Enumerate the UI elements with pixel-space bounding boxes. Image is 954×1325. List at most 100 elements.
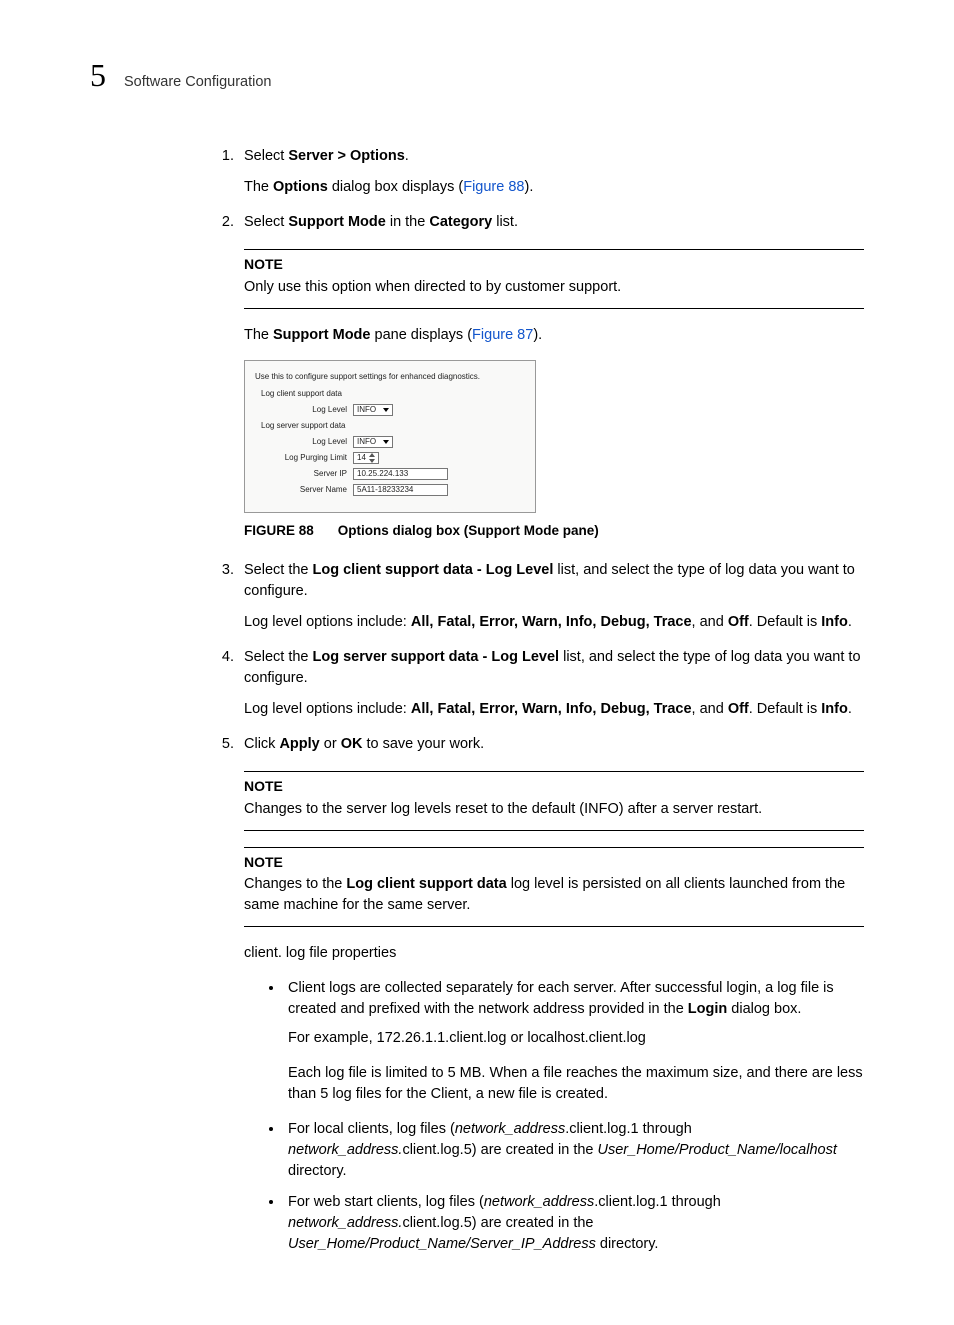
text: ). [533,327,542,343]
text: The [244,327,273,343]
chevron-down-icon [383,440,389,444]
field-value: 10.25.224.133 [357,468,408,480]
bullet-1-limit: Each log file is limited to 5 MB. When a… [288,1063,864,1105]
text: to save your work. [362,736,484,752]
text: . [848,701,852,717]
menu-path: Server > Options [288,148,404,164]
figure-link[interactable]: Figure 88 [463,179,524,195]
text: Click [244,736,279,752]
spinner-value: 14 [357,452,366,464]
combo-value: INFO [357,404,376,416]
bullet-2: For local clients, log files (network_ad… [284,1119,864,1182]
note-block: NOTE Changes to the Log client support d… [244,847,864,927]
text: . Default is [749,701,822,717]
ok-button-label: OK [341,736,363,752]
figure-desc: Use this to configure support settings f… [255,371,525,383]
note-label: NOTE [244,776,864,796]
text: dialog box displays ( [328,179,463,195]
step-list: Select Server > Options. The Options dia… [216,146,864,1255]
note-block: NOTE Only use this option when directed … [244,249,864,308]
figure-caption: FIGURE 88Options dialog box (Support Mod… [244,521,864,541]
text: or [320,736,341,752]
note-text: Changes to the Log client support data l… [244,874,864,916]
step-4-sub: Log level options include: All, Fatal, E… [244,699,864,720]
text: For web start clients, log files ( [288,1194,484,1210]
dialog-name: Login [688,1001,727,1017]
main-content: Select Server > Options. The Options dia… [216,146,864,1255]
purging-label: Log Purging Limit [283,452,347,464]
options: All, Fatal, Error, Warn, Info, Debug, Tr… [411,614,692,630]
servername-field[interactable]: 5A11-18233234 [353,484,448,496]
text: Log level options include: [244,701,411,717]
chapter-number: 5 [90,52,106,98]
spinner-arrows-icon [369,453,375,463]
server-loglevel-row: Log Level INFO [283,436,525,448]
page-header: 5 Software Configuration [90,52,864,98]
purging-row: Log Purging Limit 14 [283,452,525,464]
text: . Default is [749,614,822,630]
text: ). [524,179,533,195]
step-4: Select the Log server support data - Log… [238,647,864,720]
options: All, Fatal, Error, Warn, Info, Debug, Tr… [411,701,692,717]
loglevel-label: Log Level [283,436,347,448]
text: Log level options include: [244,614,411,630]
client-section-label: Log client support data [261,388,525,400]
figure-link[interactable]: Figure 87 [472,327,533,343]
text: .client.log.1 through [594,1194,721,1210]
option-off: Off [728,614,749,630]
pane-name: Support Mode [273,327,370,343]
server-section-label: Log server support data [261,420,525,432]
dialog-name: Options [273,179,328,195]
text: . [848,614,852,630]
text: Select the [244,649,313,665]
apply-button-label: Apply [279,736,319,752]
list-name: Log client support data - Log Level [313,562,554,578]
step-2-sub: The Support Mode pane displays (Figure 8… [244,325,864,346]
serverip-label: Server IP [283,468,347,480]
text: Select [244,214,288,230]
default: Info [821,701,848,717]
list-name: Category [429,214,492,230]
path: network_address [455,1121,565,1137]
text: Select the [244,562,313,578]
client-loglevel-combo[interactable]: INFO [353,404,393,416]
figure-number: FIGURE 88 [244,523,314,538]
text: The [244,179,273,195]
purging-spinner[interactable]: 14 [353,452,379,464]
text: directory. [596,1236,659,1252]
note-text: Only use this option when directed to by… [244,277,864,298]
serverip-row: Server IP 10.25.224.133 [283,468,525,480]
field-value: 5A11-18233234 [357,484,413,496]
text: Select [244,148,288,164]
path: network_address. [288,1215,402,1231]
step-2: Select Support Mode in the Category list… [238,212,864,540]
text: . [405,148,409,164]
step-5: Click Apply or OK to save your work. NOT… [238,734,864,1255]
option-name: Log client support data [346,876,506,892]
text: , and [692,701,728,717]
server-loglevel-combo[interactable]: INFO [353,436,393,448]
text: .client.log.1 through [565,1121,692,1137]
step-1-sub: The Options dialog box displays (Figure … [244,177,864,198]
note-label: NOTE [244,254,864,274]
serverip-field[interactable]: 10.25.224.133 [353,468,448,480]
text: , and [692,614,728,630]
path: network_address [484,1194,594,1210]
text: For local clients, log files ( [288,1121,455,1137]
servername-label: Server Name [283,484,347,496]
loglevel-label: Log Level [283,404,347,416]
bullet-3: For web start clients, log files (networ… [284,1192,864,1255]
chevron-down-icon [383,408,389,412]
text: Changes to the [244,876,346,892]
combo-value: INFO [357,436,376,448]
list-name: Log server support data - Log Level [313,649,560,665]
text: pane displays ( [370,327,472,343]
default: Info [821,614,848,630]
servername-row: Server Name 5A11-18233234 [283,484,525,496]
text: in the [386,214,430,230]
text: directory. [288,1163,347,1179]
step-3: Select the Log client support data - Log… [238,560,864,633]
client-log-heading: client. log file properties [244,943,864,964]
figure-88-screenshot: Use this to configure support settings f… [244,360,536,513]
step-3-sub: Log level options include: All, Fatal, E… [244,612,864,633]
